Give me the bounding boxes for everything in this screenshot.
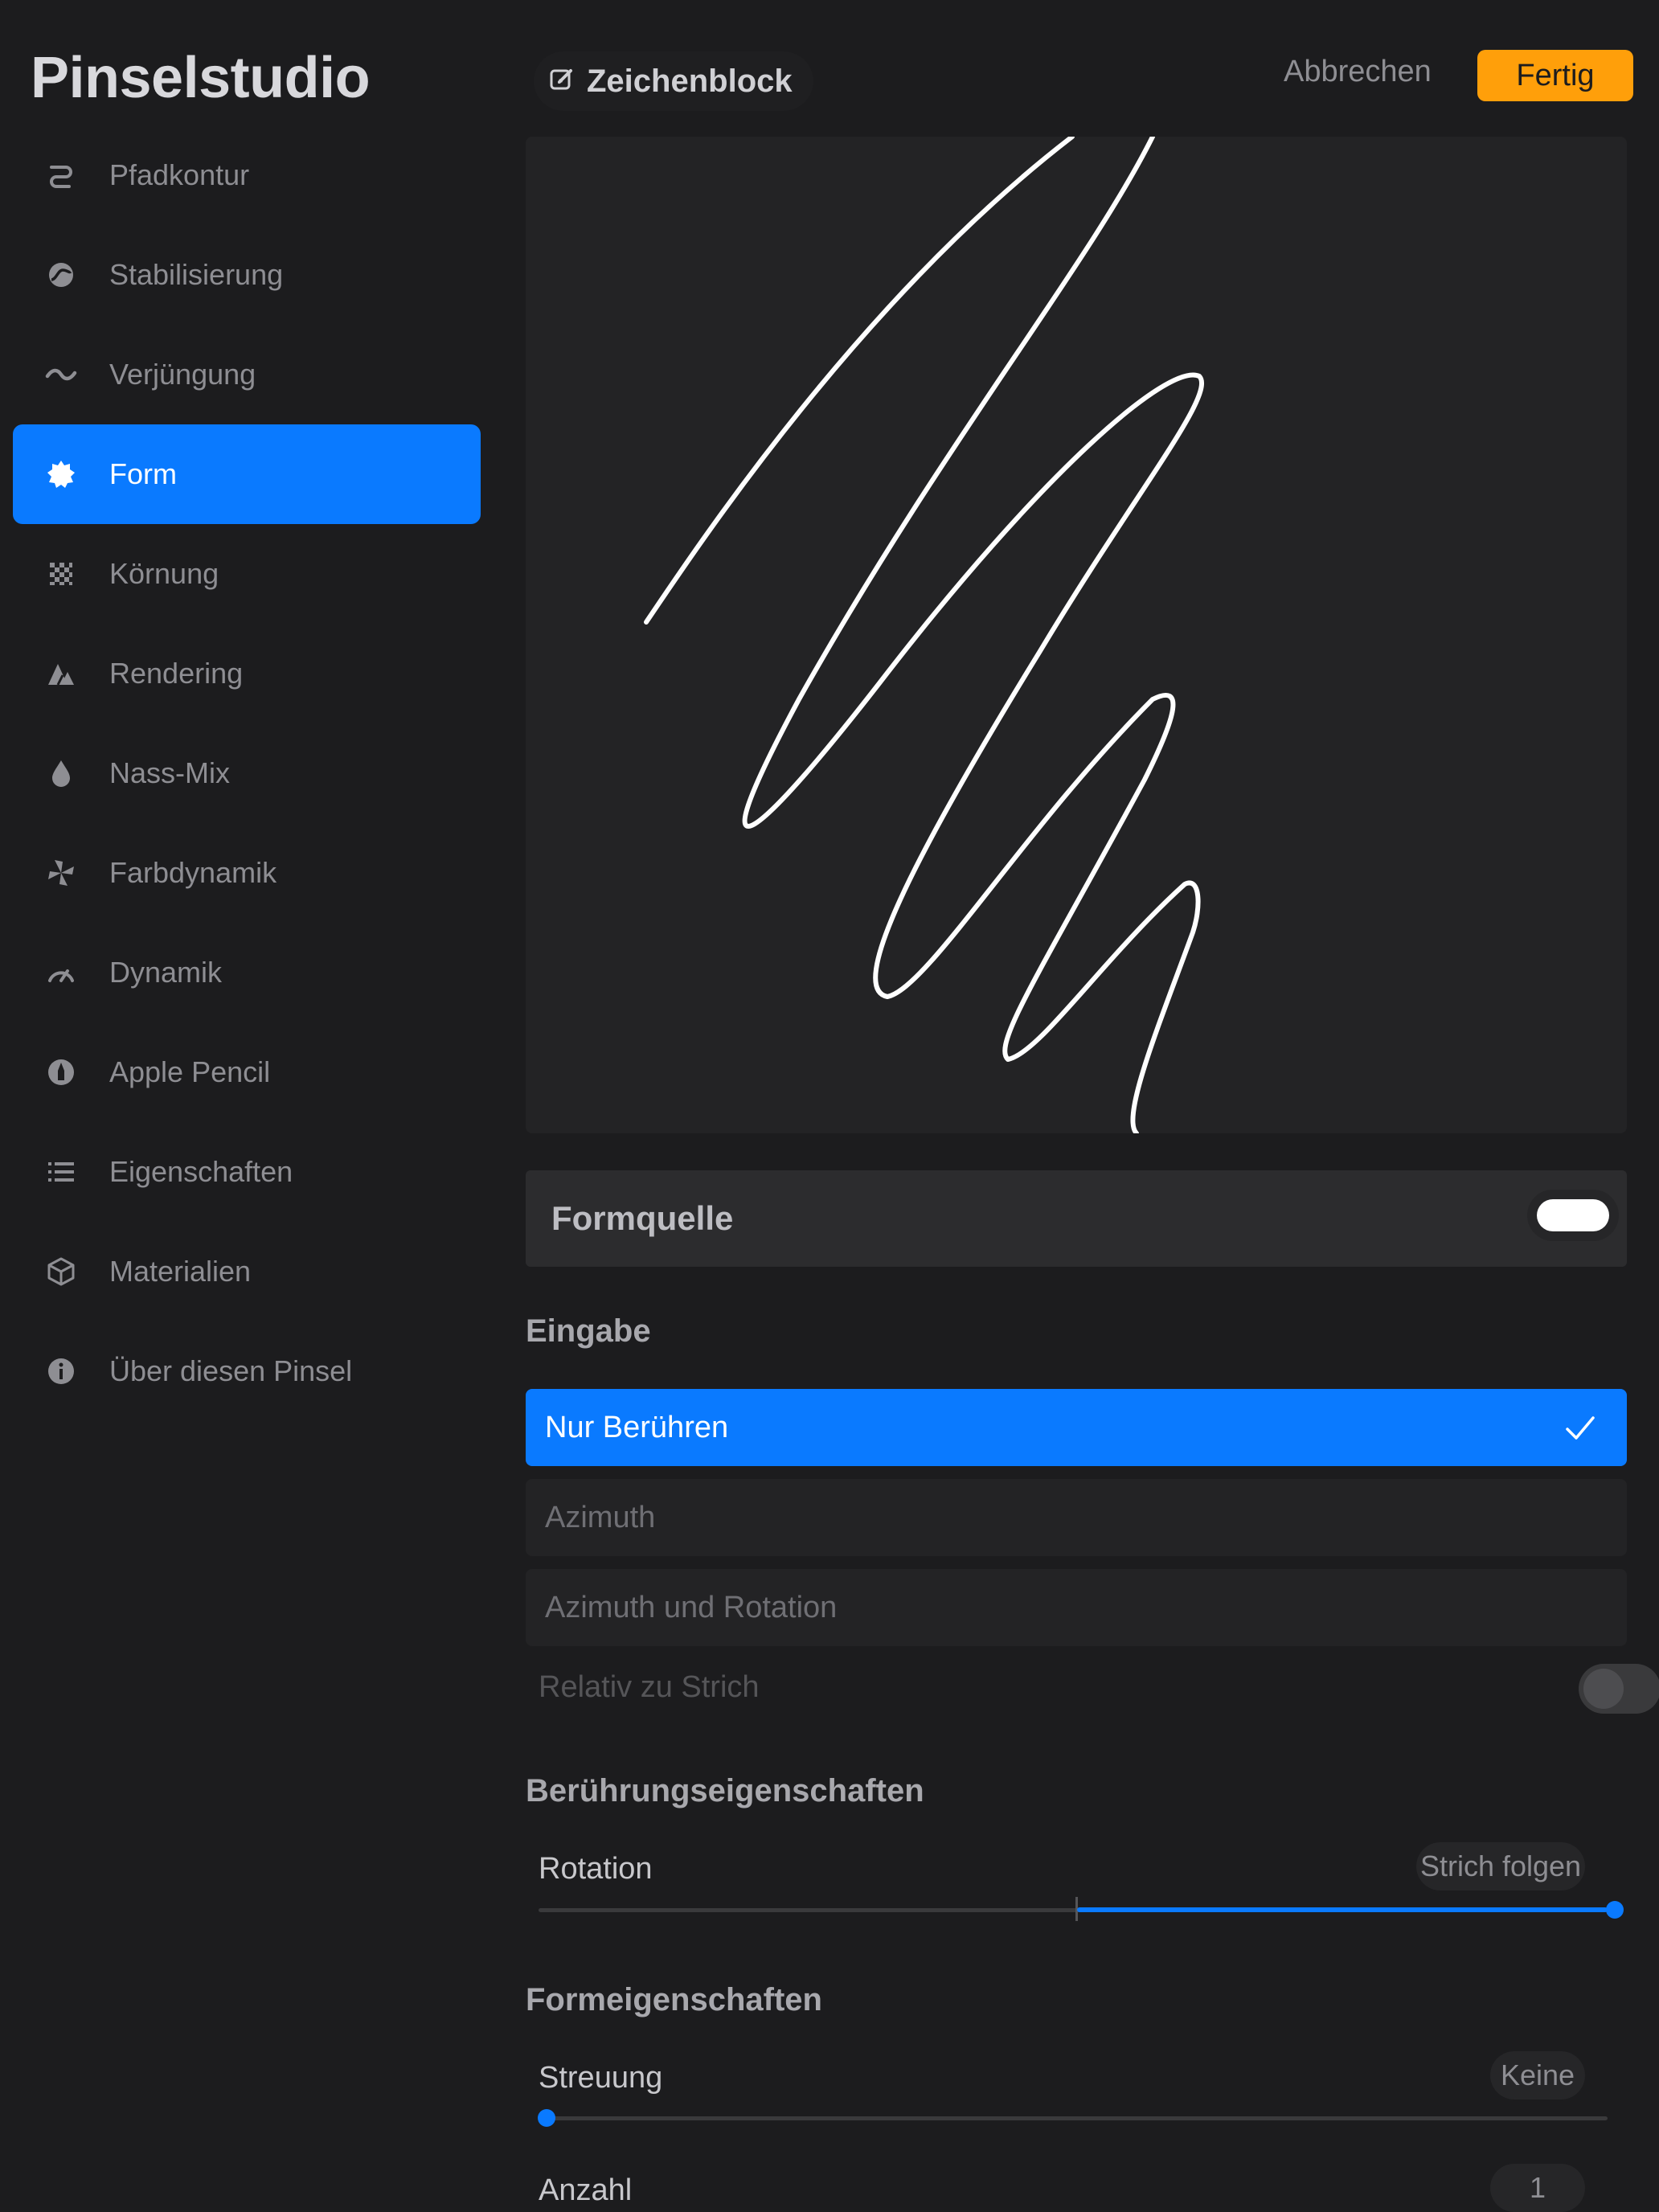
- sidebar-item-apple-pencil[interactable]: Apple Pencil: [13, 1022, 481, 1122]
- scatter-slider-thumb[interactable]: [538, 2109, 555, 2127]
- main-panel: Zeichenblock Abbrechen Fertig Formquelle…: [492, 0, 1659, 2212]
- drawing-pad-button[interactable]: Zeichenblock: [534, 51, 813, 111]
- sidebar-nav: Pfadkontur Stabilisierung Verjüngung For…: [13, 125, 481, 1421]
- touch-properties-heading: Berührungseigenschaften: [526, 1773, 924, 1809]
- sidebar-item-rendering[interactable]: Rendering: [13, 624, 481, 723]
- sidebar-item-label: Pfadkontur: [109, 158, 250, 191]
- relative-to-stroke-toggle[interactable]: [1579, 1664, 1659, 1714]
- drawing-pad-canvas[interactable]: [526, 137, 1627, 1133]
- input-option-azimuth-rotation[interactable]: Azimuth und Rotation: [526, 1569, 1627, 1646]
- app-title: Pinselstudio: [31, 46, 371, 110]
- dynamics-icon: [13, 956, 109, 989]
- sidebar-item-label: Materialien: [109, 1255, 252, 1288]
- sidebar-item-label: Rendering: [109, 657, 244, 690]
- sidebar-item-about-brush[interactable]: Über diesen Pinsel: [13, 1321, 481, 1421]
- rendering-icon: [13, 657, 109, 690]
- sidebar-item-color-dynamics[interactable]: Farbdynamik: [13, 823, 481, 923]
- shape-source-row[interactable]: Formquelle: [526, 1170, 1627, 1267]
- taper-icon: [13, 358, 109, 391]
- relative-to-stroke-row: Relativ zu Strich: [539, 1664, 1659, 1720]
- toggle-knob: [1583, 1669, 1624, 1709]
- relative-to-stroke-label: Relativ zu Strich: [539, 1670, 760, 1704]
- input-option-label: Nur Berühren: [545, 1410, 729, 1444]
- sidebar-item-label: Verjüngung: [109, 358, 256, 391]
- sidebar-item-label: Stabilisierung: [109, 258, 284, 291]
- shape-properties-heading: Formeigenschaften: [526, 1982, 822, 2017]
- drawing-pad-label: Zeichenblock: [587, 63, 793, 99]
- scatter-label: Streuung: [539, 2061, 663, 2095]
- input-option-label: Azimuth und Rotation: [545, 1590, 838, 1624]
- stabilization-icon: [13, 259, 109, 291]
- shape-source-preview[interactable]: [1537, 1199, 1609, 1231]
- sidebar-item-label: Farbdynamik: [109, 856, 277, 889]
- shape-icon: [13, 458, 109, 490]
- sidebar-item-label: Über diesen Pinsel: [109, 1354, 353, 1387]
- sidebar-item-properties[interactable]: Eigenschaften: [13, 1122, 481, 1222]
- input-option-azimuth[interactable]: Azimuth: [526, 1479, 1627, 1556]
- sidebar-item-taper[interactable]: Verjüngung: [13, 325, 481, 424]
- sidebar-item-materials[interactable]: Materialien: [13, 1222, 481, 1321]
- apple-pencil-icon: [13, 1056, 109, 1088]
- info-icon: [13, 1355, 109, 1387]
- shape-source-label: Formquelle: [551, 1199, 734, 1237]
- sidebar-item-stroke-path[interactable]: Pfadkontur: [13, 125, 481, 225]
- sidebar-item-label: Apple Pencil: [109, 1055, 271, 1088]
- edit-icon: [548, 66, 576, 97]
- materials-icon: [13, 1256, 109, 1288]
- stroke-path-icon: [13, 159, 109, 191]
- rotation-label: Rotation: [539, 1852, 653, 1886]
- sidebar: Pinselstudio Pfadkontur Stabilisierung V…: [0, 0, 492, 2212]
- wet-mix-icon: [13, 757, 109, 789]
- input-section-heading: Eingabe: [526, 1313, 651, 1349]
- cancel-button[interactable]: Abbrechen: [1284, 55, 1432, 89]
- input-option-label: Azimuth: [545, 1500, 656, 1534]
- checkmark-icon: [1563, 1410, 1598, 1449]
- sidebar-item-label: Eigenschaften: [109, 1155, 293, 1188]
- sidebar-item-wet-mix[interactable]: Nass-Mix: [13, 723, 481, 823]
- sidebar-item-label: Nass-Mix: [109, 756, 230, 789]
- color-dynamics-icon: [13, 857, 109, 889]
- grain-icon: [13, 558, 109, 590]
- sidebar-item-label: Körnung: [109, 557, 219, 590]
- rotation-slider-fill: [1077, 1907, 1608, 1912]
- scatter-value-chip[interactable]: Keine: [1490, 2051, 1585, 2099]
- input-option-touch-only[interactable]: Nur Berühren: [526, 1389, 1627, 1466]
- scatter-slider-track[interactable]: [539, 2116, 1608, 2120]
- sidebar-item-label: Dynamik: [109, 956, 223, 989]
- sidebar-item-grain[interactable]: Körnung: [13, 524, 481, 624]
- properties-icon: [13, 1156, 109, 1188]
- rotation-slider-thumb[interactable]: [1606, 1901, 1624, 1919]
- sidebar-item-label: Form: [109, 457, 177, 490]
- brush-stroke-preview: [644, 137, 1205, 1133]
- sidebar-item-shape[interactable]: Form: [13, 424, 481, 524]
- sidebar-item-dynamics[interactable]: Dynamik: [13, 923, 481, 1022]
- count-value-chip[interactable]: 1: [1490, 2164, 1585, 2212]
- done-button[interactable]: Fertig: [1477, 50, 1633, 101]
- rotation-value-chip[interactable]: Strich folgen: [1416, 1842, 1585, 1890]
- count-label: Anzahl: [539, 2173, 633, 2207]
- sidebar-item-stabilization[interactable]: Stabilisierung: [13, 225, 481, 325]
